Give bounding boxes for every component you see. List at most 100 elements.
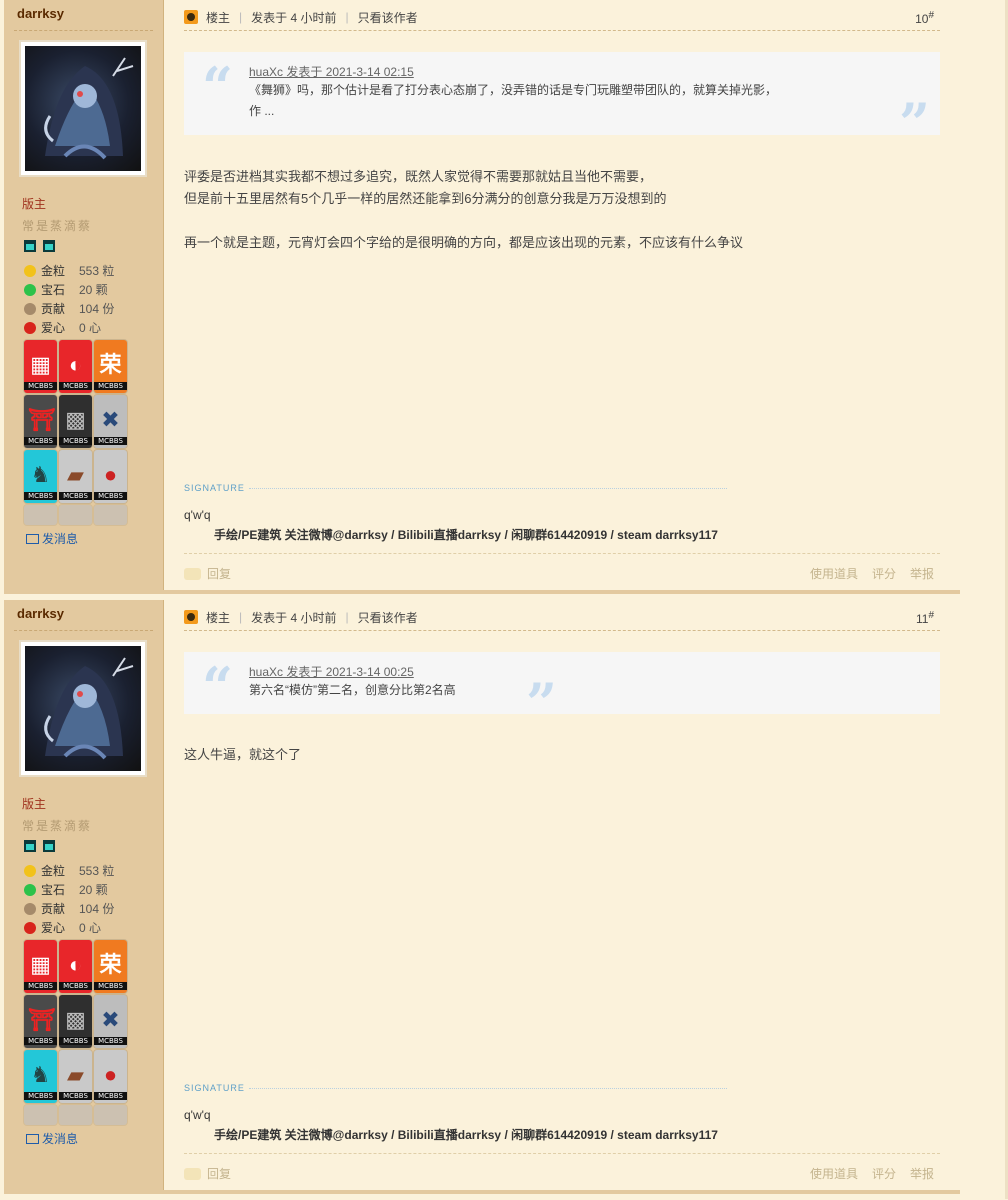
medal-badge[interactable] [59, 505, 92, 525]
rate-button[interactable]: 评分 [872, 565, 896, 582]
medal-badge[interactable]: ▩ MCBBS [59, 395, 92, 448]
medal-badge[interactable] [24, 1105, 57, 1125]
medal-badge[interactable]: ◐ MCBBS [59, 940, 92, 993]
avatar-image [25, 646, 141, 771]
mini-medals [22, 838, 57, 854]
user-stats: 金粒 553 粒 宝石 20 颗 贡献 104 份 爱心 0 心 [24, 861, 114, 937]
medal-badges: ▦ MCBBS ◐ MCBBS 荣 MCBBS ⛩ MCBBS ▩ MCBBS ✖ MCBB… [24, 940, 132, 1125]
use-item-menu[interactable]: 使用道具 [810, 1165, 858, 1182]
post-actions: 使用道具 评分 举报 [810, 1165, 934, 1182]
quote-meta-link[interactable]: huaXc 发表于 2021-3-14 02:15 [249, 64, 880, 80]
medal-badge[interactable]: ♞ MCBBS [24, 1050, 57, 1103]
gold-nugget-icon [24, 264, 36, 277]
signature-links[interactable]: 手绘/PE建筑 关注微博@darrksy / Bilibili直播darrksy… [214, 526, 718, 543]
medal-badge[interactable]: ● MCBBS [94, 1050, 127, 1103]
signature-line: q'w'q [184, 1108, 211, 1122]
only-author-link[interactable]: 只看该作者 [358, 9, 418, 26]
sidebar-divider [14, 30, 153, 31]
quote-open-icon: “ [202, 55, 234, 119]
stat-love: 爱心 0 心 [24, 318, 114, 337]
user-role: 版主 [22, 197, 47, 211]
medal-badge[interactable]: ◐ MCBBS [59, 340, 92, 393]
reply-button[interactable]: 回复 [184, 565, 231, 582]
medal-badge[interactable]: 荣 MCBBS [94, 340, 127, 393]
post-content: 评委是否进档其实我都不想过多追究，既然人家觉得不需要那就姑且当他不需要， 但是前… [184, 166, 743, 254]
medal-badge[interactable]: ▰ MCBBS [59, 450, 92, 503]
quote-close-icon: ” [898, 91, 930, 155]
quote-block: “ huaXc 发表于 2021-3-14 02:15 《舞狮》吗，那个估计是看… [184, 52, 940, 150]
post-time: 发表于 4 小时前 [251, 610, 337, 625]
medal-badge[interactable]: ✖ MCBBS [94, 395, 127, 448]
post-header: 楼主 | 发表于 4 小时前 | 只看该作者 11# [184, 604, 940, 631]
quote-block: “ huaXc 发表于 2021-3-14 00:25 第六名“模仿”第二名，创… [184, 652, 940, 730]
user-stats: 金粒 553 粒 宝石 20 颗 贡献 104 份 爱心 0 心 [24, 261, 114, 337]
diamond-helmet-icon [24, 840, 36, 852]
report-button[interactable]: 举报 [910, 565, 934, 582]
content-line: 但是前十五里居然有5个几乎一样的居然还能拿到6分满分的创意分我是万万没想到的 [184, 191, 667, 206]
footer-divider [184, 553, 940, 554]
medal-badge[interactable]: ♞ MCBBS [24, 450, 57, 503]
avatar[interactable] [19, 640, 147, 777]
medal-badge[interactable]: ▦ MCBBS [24, 940, 57, 993]
medal-badge[interactable]: ✖ MCBBS [94, 995, 127, 1048]
medal-badge[interactable]: 荣 MCBBS [94, 940, 127, 993]
only-author-link[interactable]: 只看该作者 [358, 609, 418, 626]
gold-nugget-icon [24, 864, 36, 877]
author-name-link[interactable]: darrksy [17, 6, 64, 21]
post-separator [4, 1190, 960, 1194]
user-group: 常是蒸滴蔡 [22, 819, 93, 833]
medal-badge[interactable]: ⛩ MCBBS [24, 995, 57, 1048]
medal-badge[interactable]: ● MCBBS [94, 450, 127, 503]
emerald-icon [24, 283, 36, 296]
floor-number[interactable]: 10# [915, 10, 934, 26]
author-name-link[interactable]: darrksy [17, 606, 64, 621]
content-line: 这人牛逼，就这个了 [184, 747, 302, 762]
quote-close-icon: ” [526, 671, 558, 735]
mail-icon [26, 1133, 39, 1144]
reply-icon [184, 1167, 201, 1180]
sidebar-divider [14, 630, 153, 631]
medal-badge[interactable] [59, 1105, 92, 1125]
mail-icon [26, 533, 39, 544]
content-line: 再一个就是主题，元宵灯会四个字给的是很明确的方向，都是应该出现的元素，不应该有什… [184, 235, 744, 250]
content-line [184, 210, 743, 232]
rate-button[interactable]: 评分 [872, 1165, 896, 1182]
medal-badge[interactable] [94, 505, 127, 525]
quote-line: 第六名“模仿”第二名，创意分比第2名高 [249, 683, 456, 697]
avatar[interactable] [19, 40, 147, 177]
stat-gem: 宝石 20 颗 [24, 280, 114, 299]
medal-badge[interactable] [94, 1105, 127, 1125]
contribution-icon [24, 302, 36, 315]
signature-links[interactable]: 手绘/PE建筑 关注微博@darrksy / Bilibili直播darrksy… [214, 1126, 718, 1143]
apple-heart-icon [24, 921, 36, 934]
post-actions: 使用道具 评分 举报 [810, 565, 934, 582]
post-content: 这人牛逼，就这个了 [184, 744, 301, 766]
quote-line: 《舞狮》吗，那个估计是看了打分表心态崩了，没弄错的话是专门玩雕塑带团队的，就算关… [249, 83, 778, 97]
medal-badge[interactable]: ▰ MCBBS [59, 1050, 92, 1103]
send-message-link[interactable]: 发消息 [26, 1130, 78, 1147]
contribution-icon [24, 902, 36, 915]
medal-badges: ▦ MCBBS ◐ MCBBS 荣 MCBBS ⛩ MCBBS ▩ MCBBS ✖ MCBB… [24, 340, 132, 525]
use-item-menu[interactable]: 使用道具 [810, 565, 858, 582]
post-main: 楼主 | 发表于 4 小时前 | 只看该作者 11# “ huaXc 发表于 2… [164, 600, 960, 1190]
stat-love: 爱心 0 心 [24, 918, 114, 937]
report-button[interactable]: 举报 [910, 1165, 934, 1182]
content-line: 评委是否进档其实我都不想过多追究，既然人家觉得不需要那就姑且当他不需要， [184, 169, 653, 184]
medal-badge[interactable]: ▩ MCBBS [59, 995, 92, 1048]
post-time: 发表于 4 小时前 [251, 10, 337, 25]
diamond-helmet-icon [24, 240, 36, 252]
stat-contribution: 贡献 104 份 [24, 299, 114, 318]
reply-button[interactable]: 回复 [184, 1165, 231, 1182]
mini-medals [22, 238, 57, 254]
medal-badge[interactable]: ▦ MCBBS [24, 340, 57, 393]
medal-badge[interactable] [24, 505, 57, 525]
emerald-icon [24, 883, 36, 896]
stat-contribution: 贡献 104 份 [24, 899, 114, 918]
send-message-link[interactable]: 发消息 [26, 530, 78, 547]
author-sidebar: darrksy 版主 常是蒸滴蔡 金粒 553 粒 宝石 20 颗 贡献 104… [4, 0, 164, 590]
apple-heart-icon [24, 321, 36, 334]
reply-icon [184, 567, 201, 580]
floor-number[interactable]: 11# [916, 610, 934, 626]
quote-meta-link[interactable]: huaXc 发表于 2021-3-14 00:25 [249, 664, 880, 680]
medal-badge[interactable]: ⛩ MCBBS [24, 395, 57, 448]
